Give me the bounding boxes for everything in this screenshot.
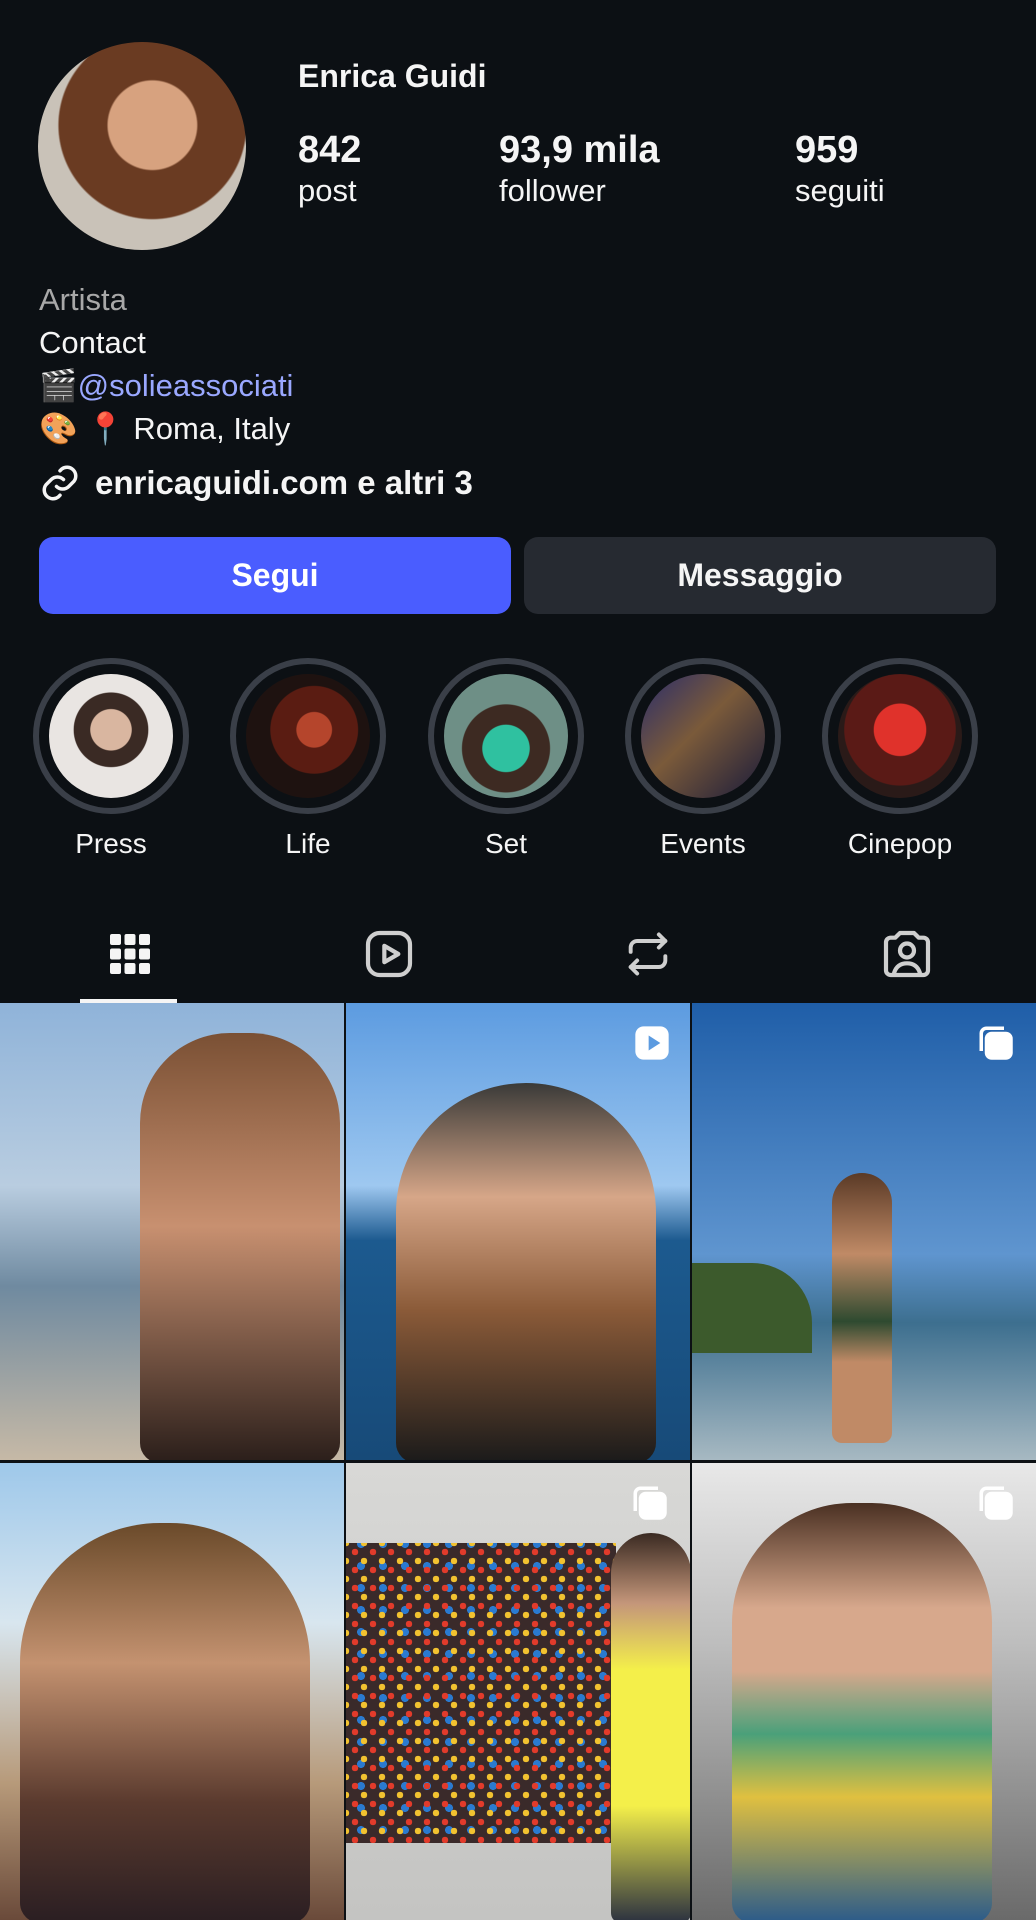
highlight-label: Press bbox=[75, 828, 147, 859]
tab-reposts[interactable] bbox=[518, 905, 777, 1003]
stat-posts-count: 842 bbox=[298, 129, 362, 171]
highlight-cover bbox=[838, 674, 962, 798]
link-icon bbox=[42, 465, 78, 501]
profile-link-text: enricaguidi.com e altri 3 bbox=[95, 464, 473, 501]
clapper-emoji: 🎬 bbox=[39, 368, 78, 403]
highlight-ring bbox=[625, 658, 781, 814]
post-thumbnail[interactable] bbox=[692, 1003, 1036, 1460]
post-photo-painting bbox=[346, 1543, 616, 1843]
message-button[interactable]: Messaggio bbox=[524, 537, 996, 614]
highlight-life[interactable]: Life bbox=[229, 658, 387, 860]
highlight-ring bbox=[428, 658, 584, 814]
post-thumbnail[interactable] bbox=[346, 1003, 690, 1460]
post-photo-subject bbox=[396, 1083, 656, 1460]
bio-location: 🎨 📍 Roma, Italy bbox=[39, 411, 291, 446]
grid-icon bbox=[109, 934, 150, 974]
bio-mention-row: 🎬@solieassociati bbox=[39, 364, 293, 407]
highlight-press[interactable]: Press bbox=[32, 658, 190, 860]
highlight-cover bbox=[246, 674, 370, 798]
carousel-badge-icon bbox=[633, 1486, 667, 1520]
highlight-cover bbox=[49, 674, 173, 798]
profile-name: Enrica Guidi bbox=[298, 58, 487, 94]
post-thumbnail[interactable] bbox=[0, 1463, 344, 1920]
carousel-badge-icon bbox=[979, 1486, 1013, 1520]
profile-header: Enrica Guidi 842 post 93,9 mila follower… bbox=[0, 0, 1036, 260]
highlight-events[interactable]: Events bbox=[624, 658, 782, 860]
stat-followers-count: 93,9 mila bbox=[499, 129, 660, 171]
highlight-ring bbox=[230, 658, 386, 814]
post-photo-subject bbox=[732, 1503, 992, 1920]
bio-mention-link[interactable]: @solieassociati bbox=[78, 368, 294, 403]
highlight-label: Events bbox=[660, 828, 746, 859]
post-photo-subject bbox=[140, 1033, 340, 1460]
stat-following[interactable]: 959 seguiti bbox=[795, 128, 885, 210]
highlight-cover bbox=[444, 674, 568, 798]
stat-following-label: seguiti bbox=[795, 173, 885, 208]
stat-posts[interactable]: 842 post bbox=[298, 128, 361, 210]
bio-category: Artista bbox=[39, 282, 127, 317]
profile-link[interactable]: enricaguidi.com e altri 3 bbox=[39, 462, 473, 504]
reposts-icon bbox=[628, 932, 667, 976]
tab-posts[interactable] bbox=[0, 905, 259, 1003]
reels-icon bbox=[365, 930, 412, 978]
stat-followers-label: follower bbox=[499, 173, 606, 208]
highlight-label: Cinepop bbox=[847, 828, 953, 859]
carousel-badge-icon bbox=[979, 1026, 1013, 1060]
stat-posts-label: post bbox=[298, 173, 357, 208]
bio-contact: Contact bbox=[39, 325, 146, 360]
stat-followers[interactable]: 93,9 mila follower bbox=[499, 128, 660, 210]
highlight-ring bbox=[822, 658, 978, 814]
post-photo-hill bbox=[692, 1263, 812, 1353]
reel-badge-icon bbox=[635, 1026, 669, 1060]
posts-grid bbox=[0, 1003, 1036, 1920]
highlight-label: Life bbox=[285, 828, 331, 859]
profile-avatar[interactable] bbox=[38, 42, 246, 250]
stat-following-count: 959 bbox=[795, 129, 859, 171]
profile-bio: Artista Contact 🎬@solieassociati 🎨 📍 Rom… bbox=[39, 278, 293, 450]
highlight-ring bbox=[33, 658, 189, 814]
profile-tabs bbox=[0, 905, 1036, 1003]
follow-button[interactable]: Segui bbox=[39, 537, 511, 614]
highlight-set[interactable]: Set bbox=[427, 658, 585, 860]
post-thumbnail[interactable] bbox=[692, 1463, 1036, 1920]
tab-tagged[interactable] bbox=[777, 905, 1036, 1003]
post-thumbnail[interactable] bbox=[0, 1003, 344, 1460]
post-photo-subject bbox=[832, 1173, 892, 1443]
tab-reels[interactable] bbox=[259, 905, 518, 1003]
post-photo-subject bbox=[20, 1523, 310, 1920]
post-thumbnail[interactable] bbox=[346, 1463, 690, 1920]
highlight-cover bbox=[641, 674, 765, 798]
post-photo-subject bbox=[611, 1533, 690, 1920]
highlight-label: Set bbox=[484, 828, 528, 859]
highlight-cinepop[interactable]: Cinepop bbox=[821, 658, 979, 860]
tagged-icon bbox=[883, 930, 930, 978]
